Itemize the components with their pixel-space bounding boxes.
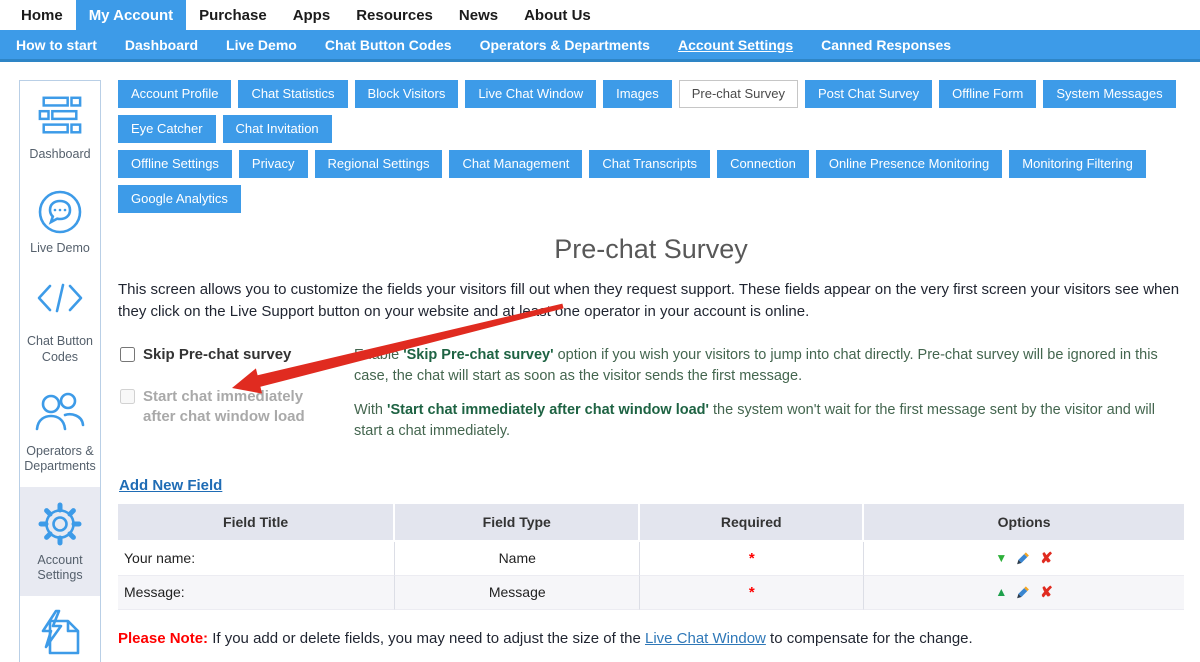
subnav-live-demo[interactable]: Live Demo	[212, 30, 311, 59]
tab-offline-settings[interactable]: Offline Settings	[118, 150, 232, 178]
skip-prechat-row: Skip Pre-chat survey	[118, 345, 330, 365]
tab-chat-management[interactable]: Chat Management	[449, 150, 582, 178]
live-chat-window-link[interactable]: Live Chat Window	[645, 630, 766, 647]
nav-purchase[interactable]: Purchase	[186, 0, 280, 30]
tab-connection[interactable]: Connection	[717, 150, 809, 178]
account-subnav: How to start Dashboard Live Demo Chat Bu…	[0, 30, 1200, 62]
tab-offline-form[interactable]: Offline Form	[939, 80, 1036, 108]
table-row: Message: Message * ▲	[118, 576, 1184, 610]
delete-icon[interactable]: ✘	[1040, 551, 1053, 566]
tab-system-messages[interactable]: System Messages	[1043, 80, 1175, 108]
nav-resources[interactable]: Resources	[343, 0, 446, 30]
subnav-operators-departments[interactable]: Operators & Departments	[466, 30, 664, 59]
intro-text: This screen allows you to customize the …	[118, 279, 1184, 323]
primary-nav: Home My Account Purchase Apps Resources …	[0, 0, 1200, 30]
people-icon	[23, 391, 97, 439]
skip-prechat-checkbox[interactable]	[120, 347, 135, 362]
tab-live-chat-window[interactable]: Live Chat Window	[465, 80, 596, 108]
table-row: Your name: Name * ▼	[118, 542, 1184, 576]
tab-privacy[interactable]: Privacy	[239, 150, 308, 178]
sidebar-item-canned-responses[interactable]: Canned Responses	[20, 596, 100, 662]
required-asterisk: *	[749, 584, 755, 601]
move-up-icon[interactable]: ▲	[995, 586, 1007, 598]
column-header-field-title: Field Title	[118, 504, 395, 542]
main-panel: Account Profile Chat Statistics Block Vi…	[118, 80, 1184, 647]
tab-chat-transcripts[interactable]: Chat Transcripts	[589, 150, 710, 178]
sidebar-item-label: Chat Button Codes	[23, 334, 97, 365]
dashboard-icon	[23, 94, 97, 142]
required-cell: *	[640, 576, 864, 610]
tab-chat-statistics[interactable]: Chat Statistics	[238, 80, 347, 108]
start-chat-checkbox[interactable]	[120, 389, 135, 404]
nav-my-account[interactable]: My Account	[76, 0, 186, 30]
start-chat-label: Start chat immediately after chat window…	[143, 387, 330, 428]
nav-apps[interactable]: Apps	[280, 0, 344, 30]
subnav-chat-button-codes[interactable]: Chat Button Codes	[311, 30, 466, 59]
add-new-field-link[interactable]: Add New Field	[119, 477, 222, 494]
settings-tabs-row1: Account Profile Chat Statistics Block Vi…	[118, 80, 1184, 150]
checkbox-column: Skip Pre-chat survey Start chat immediat…	[118, 345, 330, 455]
code-icon	[23, 281, 97, 329]
nav-about-us[interactable]: About Us	[511, 0, 604, 30]
tab-account-profile[interactable]: Account Profile	[118, 80, 231, 108]
sidebar-item-operators-departments[interactable]: Operators & Departments	[20, 378, 100, 487]
tab-monitoring-filtering[interactable]: Monitoring Filtering	[1009, 150, 1146, 178]
sidebar-item-live-demo[interactable]: Live Demo	[20, 175, 100, 269]
live-demo-icon	[23, 188, 97, 236]
edit-icon[interactable]	[1016, 584, 1031, 600]
field-title-cell: Message:	[118, 576, 395, 610]
tab-chat-invitation[interactable]: Chat Invitation	[223, 115, 332, 143]
nav-news[interactable]: News	[446, 0, 511, 30]
tab-google-analytics[interactable]: Google Analytics	[118, 185, 241, 213]
column-header-options: Options	[864, 504, 1184, 542]
nav-home[interactable]: Home	[8, 0, 76, 30]
prechat-fields-table: Field Title Field Type Required Options …	[118, 504, 1184, 610]
tab-images[interactable]: Images	[603, 80, 672, 108]
tab-online-presence-monitoring[interactable]: Online Presence Monitoring	[816, 150, 1002, 178]
skip-prechat-label[interactable]: Skip Pre-chat survey	[143, 345, 291, 365]
page-body: Dashboard Live Demo	[0, 62, 1200, 662]
tab-eye-catcher[interactable]: Eye Catcher	[118, 115, 216, 143]
field-title-cell: Your name:	[118, 542, 395, 576]
tab-post-chat-survey[interactable]: Post Chat Survey	[805, 80, 932, 108]
help-column: Enable 'Skip Pre-chat survey' option if …	[354, 345, 1184, 455]
column-header-required: Required	[640, 504, 864, 542]
sidebar-item-chat-button-codes[interactable]: Chat Button Codes	[20, 268, 100, 377]
required-asterisk: *	[749, 550, 755, 567]
sidebar: Dashboard Live Demo	[19, 80, 101, 662]
sidebar-item-dashboard[interactable]: Dashboard	[20, 81, 100, 175]
subnav-dashboard[interactable]: Dashboard	[111, 30, 212, 59]
prechat-options: Skip Pre-chat survey Start chat immediat…	[118, 345, 1184, 455]
settings-tabs-row2: Offline Settings Privacy Regional Settin…	[118, 150, 1184, 220]
tab-regional-settings[interactable]: Regional Settings	[315, 150, 443, 178]
sidebar-item-label: Operators & Departments	[23, 444, 97, 475]
sidebar-item-label: Account Settings	[23, 553, 97, 584]
edit-icon[interactable]	[1016, 550, 1031, 566]
move-down-icon[interactable]: ▼	[995, 552, 1007, 564]
column-header-field-type: Field Type	[395, 504, 640, 542]
field-type-cell: Name	[395, 542, 640, 576]
table-header-row: Field Title Field Type Required Options	[118, 504, 1184, 542]
required-cell: *	[640, 542, 864, 576]
sidebar-item-label: Dashboard	[23, 147, 97, 163]
skip-help-text: Enable 'Skip Pre-chat survey' option if …	[354, 345, 1184, 387]
start-help-text: With 'Start chat immediately after chat …	[354, 400, 1184, 442]
subnav-how-to-start[interactable]: How to start	[2, 30, 111, 59]
subnav-account-settings[interactable]: Account Settings	[664, 30, 807, 59]
tab-pre-chat-survey[interactable]: Pre-chat Survey	[679, 80, 798, 108]
options-cell: ▲ ✘	[864, 576, 1184, 610]
options-cell: ▼ ✘	[864, 542, 1184, 576]
field-type-cell: Message	[395, 576, 640, 610]
page-title: Pre-chat Survey	[118, 234, 1184, 265]
delete-icon[interactable]: ✘	[1040, 585, 1053, 600]
sidebar-item-label: Live Demo	[23, 241, 97, 257]
tab-block-visitors[interactable]: Block Visitors	[355, 80, 459, 108]
start-chat-row: Start chat immediately after chat window…	[118, 387, 330, 428]
please-note-text: Please Note: If you add or delete fields…	[118, 630, 1184, 647]
sidebar-item-account-settings[interactable]: Account Settings	[20, 487, 100, 596]
gear-icon	[23, 500, 97, 548]
subnav-canned-responses[interactable]: Canned Responses	[807, 30, 965, 59]
please-note-prefix: Please Note:	[118, 630, 208, 647]
lightning-page-icon	[23, 609, 97, 657]
